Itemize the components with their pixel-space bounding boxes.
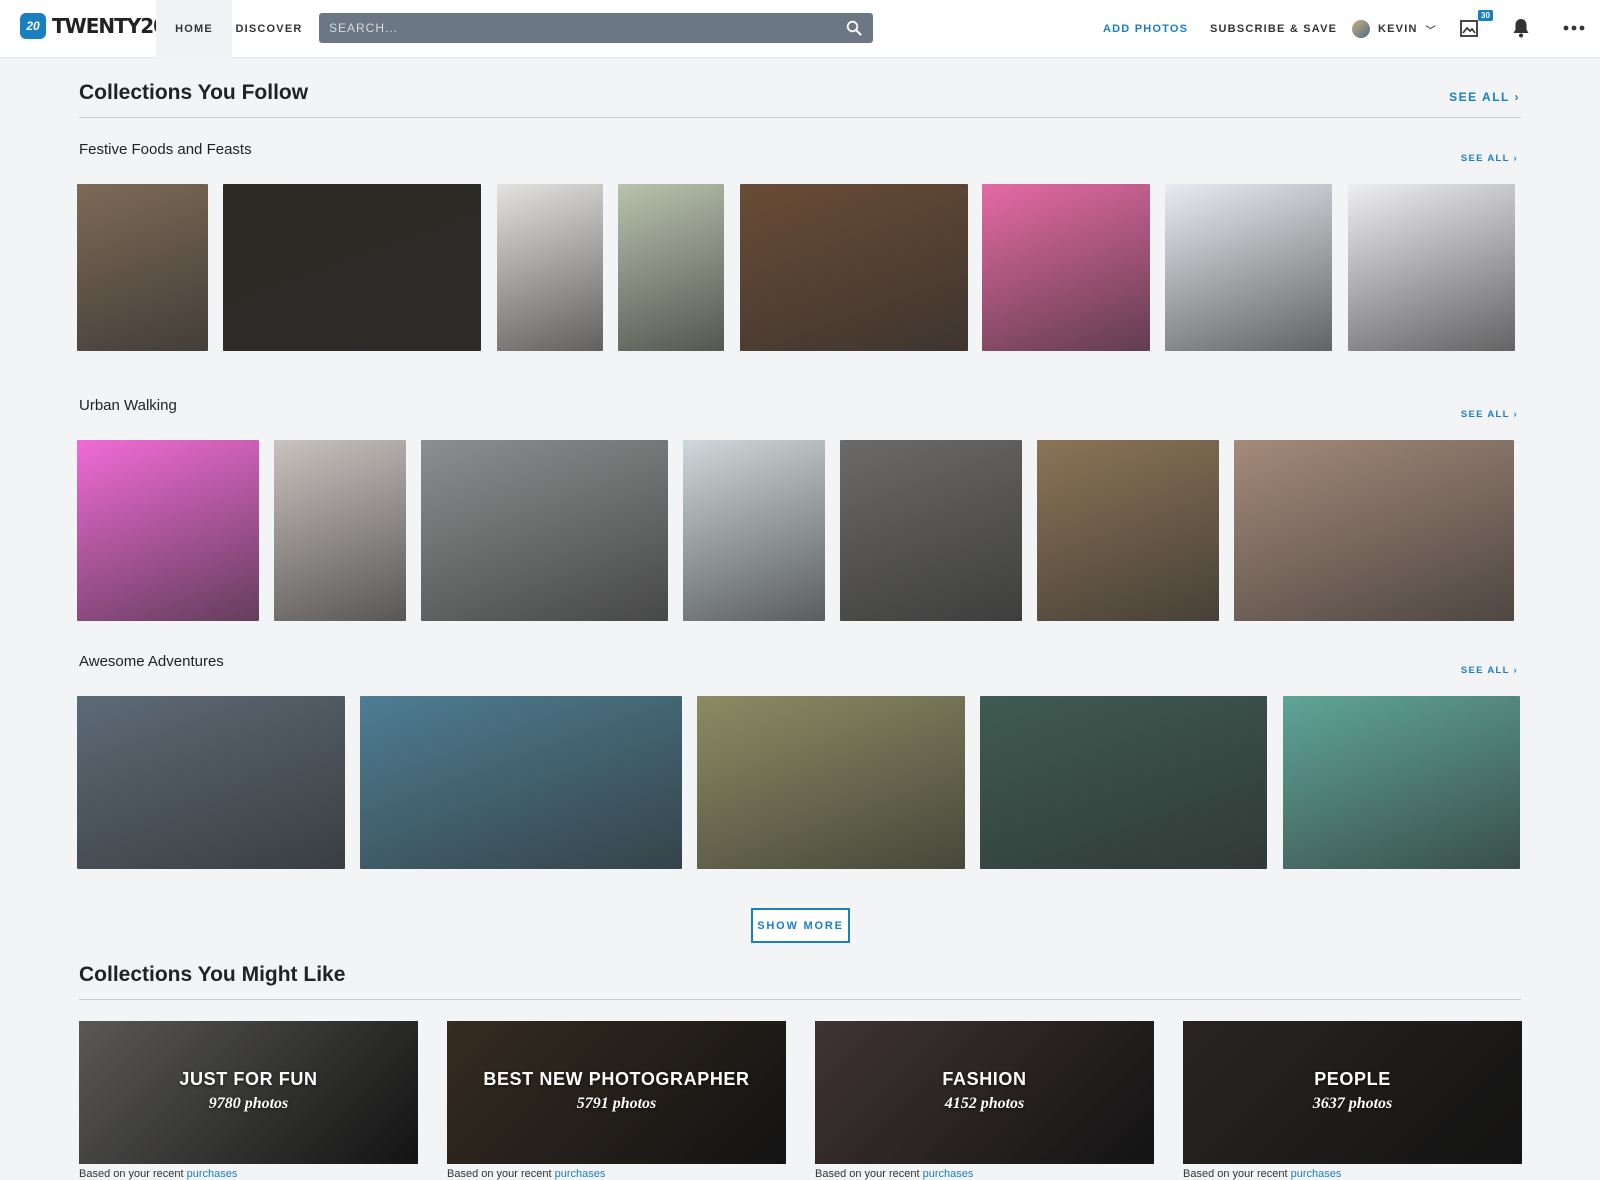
logo-text: TWENTY20 — [52, 14, 167, 38]
see-all-follow[interactable]: SEE ALL › — [1449, 90, 1520, 104]
show-more-button[interactable]: SHOW MORE — [751, 908, 850, 943]
collection-photo[interactable] — [1165, 184, 1332, 351]
divider — [79, 117, 1521, 118]
suggested-collection-card[interactable]: FASHION 4152 photos — [815, 1021, 1154, 1164]
user-name: KEVIN — [1378, 23, 1418, 35]
card-photo-count: 9780 photos — [208, 1095, 289, 1112]
collection-title: Urban Walking — [79, 397, 177, 414]
card-overlay — [815, 1021, 1154, 1164]
card-note: Based on your recent purchases — [79, 1168, 237, 1180]
collection-title: Awesome Adventures — [79, 653, 224, 670]
purchases-link[interactable]: purchases — [187, 1168, 238, 1180]
see-all-collection[interactable]: SEE ALL › — [1461, 409, 1518, 420]
nav-discover[interactable]: DISCOVER — [234, 0, 304, 58]
collection-title: Festive Foods and Feasts — [79, 141, 252, 158]
card-note: Based on your recent purchases — [815, 1168, 973, 1180]
search-input[interactable] — [319, 13, 873, 43]
more-icon[interactable] — [1562, 16, 1586, 40]
card-photo-count: 3637 photos — [1312, 1095, 1393, 1112]
collection-photo[interactable] — [683, 440, 825, 621]
see-all-collection[interactable]: SEE ALL › — [1461, 153, 1518, 164]
collection-photo[interactable] — [360, 696, 682, 869]
card-overlay — [447, 1021, 786, 1164]
avatar — [1352, 20, 1370, 38]
purchases-link[interactable]: purchases — [1291, 1168, 1342, 1180]
subscribe-link[interactable]: SUBSCRIBE & SAVE — [1210, 0, 1337, 58]
collection-photo[interactable] — [1283, 696, 1520, 869]
add-photos-link[interactable]: ADD PHOTOS — [1103, 0, 1188, 58]
collection-photo[interactable] — [223, 184, 481, 351]
divider — [79, 999, 1521, 1000]
collection-photo[interactable] — [1234, 440, 1514, 621]
logo-badge-icon: 20 — [20, 13, 46, 39]
nav-home[interactable]: HOME — [156, 0, 232, 58]
card-note-text: Based on your recent — [1183, 1168, 1291, 1180]
collection-photo[interactable] — [77, 696, 345, 869]
card-note-text: Based on your recent — [815, 1168, 923, 1180]
card-note: Based on your recent purchases — [1183, 1168, 1341, 1180]
card-photo-count: 4152 photos — [944, 1095, 1025, 1112]
card-note-text: Based on your recent — [79, 1168, 187, 1180]
chevron-down-icon: ﹀ — [1425, 25, 1437, 37]
card-overlay — [79, 1021, 418, 1164]
card-title: BEST NEW PHOTOGRAPHER — [483, 1069, 750, 1089]
bell-icon[interactable] — [1509, 16, 1533, 40]
section-title-follow: Collections You Follow — [79, 81, 309, 104]
collection-photo[interactable] — [77, 184, 208, 351]
purchases-link[interactable]: purchases — [923, 1168, 974, 1180]
uploads-badge: 30 — [1478, 10, 1493, 21]
collection-photo[interactable] — [77, 440, 259, 621]
collection-photo[interactable] — [697, 696, 965, 869]
user-menu[interactable]: KEVIN ﹀ — [1352, 0, 1437, 58]
collection-photo[interactable] — [421, 440, 668, 621]
suggested-collection-card[interactable]: JUST FOR FUN 9780 photos — [79, 1021, 418, 1164]
card-note-text: Based on your recent — [447, 1168, 555, 1180]
card-overlay — [1183, 1021, 1522, 1164]
collection-photo[interactable] — [840, 440, 1022, 621]
collection-photo[interactable] — [497, 184, 603, 351]
suggested-collection-card[interactable]: PEOPLE 3637 photos — [1183, 1021, 1522, 1164]
card-title: JUST FOR FUN — [179, 1069, 318, 1089]
suggested-collection-card[interactable]: BEST NEW PHOTOGRAPHER 5791 photos — [447, 1021, 786, 1164]
collection-photo[interactable] — [618, 184, 724, 351]
search-icon[interactable] — [846, 20, 862, 36]
top-nav-bar: 20 TWENTY20 HOME DISCOVER ADD PHOTOS SUB… — [0, 0, 1600, 58]
collection-photo[interactable] — [740, 184, 968, 351]
card-title: PEOPLE — [1314, 1069, 1391, 1089]
see-all-collection[interactable]: SEE ALL › — [1461, 665, 1518, 676]
collection-photo[interactable] — [980, 696, 1267, 869]
section-title-suggest: Collections You Might Like — [79, 963, 346, 986]
purchases-link[interactable]: purchases — [555, 1168, 606, 1180]
collection-photo[interactable] — [1348, 184, 1515, 351]
collection-photo[interactable] — [982, 184, 1150, 351]
card-note: Based on your recent purchases — [447, 1168, 605, 1180]
logo[interactable]: 20 TWENTY20 — [20, 13, 167, 39]
collection-photo[interactable] — [274, 440, 406, 621]
card-title: FASHION — [942, 1069, 1027, 1089]
collection-photo[interactable] — [1037, 440, 1219, 621]
card-photo-count: 5791 photos — [576, 1095, 657, 1112]
